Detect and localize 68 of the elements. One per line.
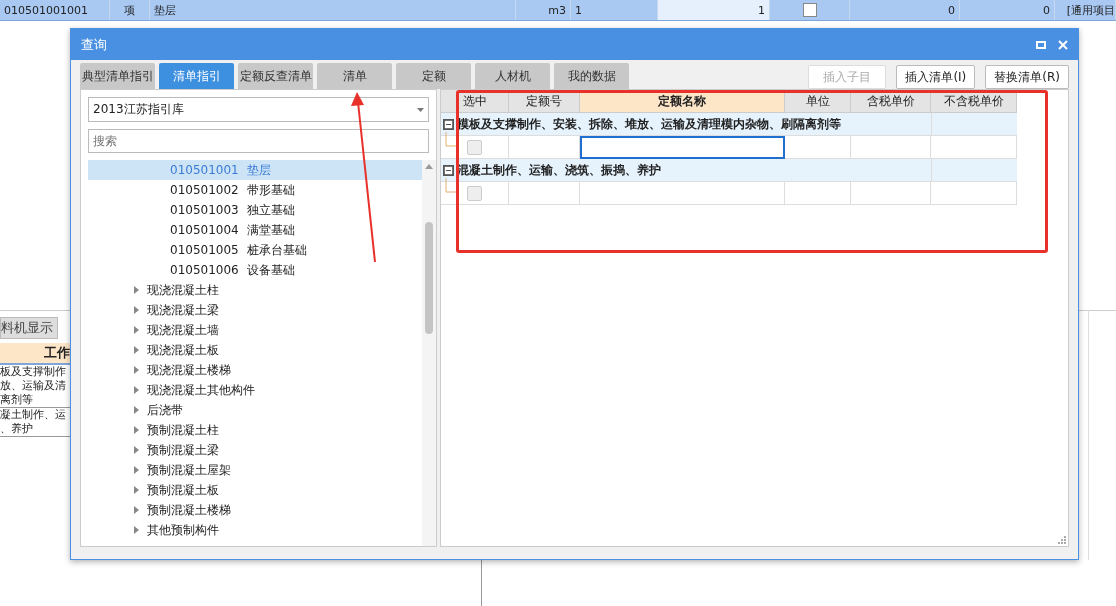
tree-item[interactable]: 预制混凝土楼梯 xyxy=(88,500,422,520)
tab[interactable]: 定额 xyxy=(396,63,471,89)
expand-arrow-icon[interactable] xyxy=(134,446,139,454)
tree-item[interactable]: 预制混凝土梁 xyxy=(88,440,422,460)
expand-arrow-icon[interactable] xyxy=(134,346,139,354)
tab[interactable]: 料机显示 xyxy=(0,317,58,339)
expand-arrow-icon[interactable] xyxy=(134,506,139,514)
expand-arrow-icon[interactable] xyxy=(134,326,139,334)
table-cell: [通用项目 xyxy=(1055,0,1116,20)
tree-item[interactable]: 预制混凝土板 xyxy=(88,480,422,500)
tree-item[interactable]: 010501002 带形基础 xyxy=(88,180,422,200)
dialog-title: 查询 xyxy=(81,35,108,54)
table-cell: 0 xyxy=(960,0,1055,20)
tree-item[interactable]: 现浇混凝土梁 xyxy=(88,300,422,320)
tree-item[interactable]: 预制混凝土屋架 xyxy=(88,460,422,480)
table-cell: 1 xyxy=(658,0,770,20)
tree-item[interactable]: 现浇混凝土墙 xyxy=(88,320,422,340)
expand-arrow-icon[interactable] xyxy=(134,466,139,474)
checkbox[interactable] xyxy=(467,185,482,201)
checkbox[interactable] xyxy=(802,3,817,17)
tab[interactable]: 我的数据 xyxy=(554,63,629,89)
table-cell: 010501001001 xyxy=(0,0,110,20)
tree-item[interactable]: 预制混凝土柱 xyxy=(88,420,422,440)
table-cell: 0 xyxy=(850,0,960,20)
table-cell: 垫层 xyxy=(150,0,516,20)
search-field[interactable]: 搜索 xyxy=(88,129,429,153)
edit-field[interactable] xyxy=(580,136,785,159)
tree-item[interactable]: 010501003 独立基础 xyxy=(88,200,422,220)
checkbox[interactable] xyxy=(467,139,482,155)
expand-arrow-icon[interactable] xyxy=(134,366,139,374)
scrollbar[interactable] xyxy=(422,160,436,546)
scroll-up-icon[interactable] xyxy=(425,164,433,169)
tree-item[interactable]: 现浇混凝土柱 xyxy=(88,280,422,300)
expand-arrow-icon[interactable] xyxy=(134,406,139,414)
table-cell[interactable] xyxy=(580,182,785,205)
connector-line xyxy=(445,178,459,194)
action-button[interactable]: 插入清单(I) xyxy=(896,65,976,89)
expand-arrow-icon[interactable] xyxy=(134,286,139,294)
tab[interactable]: 典型清单指引 xyxy=(80,63,155,89)
expand-arrow-icon[interactable] xyxy=(134,386,139,394)
expand-arrow-icon[interactable] xyxy=(134,486,139,494)
connector-line xyxy=(445,132,459,148)
close-icon[interactable] xyxy=(1058,39,1068,50)
expand-arrow-icon[interactable] xyxy=(134,306,139,314)
collapse-icon[interactable] xyxy=(443,118,454,130)
tree-item[interactable]: 现浇混凝土板 xyxy=(88,340,422,360)
expand-arrow-icon[interactable] xyxy=(134,426,139,434)
scrollbar-thumb[interactable] xyxy=(425,222,433,334)
library-dropdown[interactable]: 2013江苏指引库 xyxy=(88,97,429,122)
maximize-icon[interactable] xyxy=(1036,39,1046,50)
tree-item[interactable]: 现浇混凝土楼梯 xyxy=(88,360,422,380)
tree-item[interactable]: 现浇混凝土其他构件 xyxy=(88,380,422,400)
table-cell: 项 xyxy=(110,0,150,20)
tab[interactable]: 人材机 xyxy=(475,63,550,89)
dropdown-caret-icon xyxy=(417,107,424,112)
table-cell: m3 xyxy=(516,0,571,20)
tab[interactable]: 定额反查清单 xyxy=(238,63,313,89)
column-header: 工作 xyxy=(0,343,70,365)
tree-item[interactable]: 010501006 设备基础 xyxy=(88,260,422,280)
tree-item[interactable]: 010501004 满堂基础 xyxy=(88,220,422,240)
tree-item[interactable]: 其他预制构件 xyxy=(88,520,422,540)
tree-item[interactable]: 010501005 桩承台基础 xyxy=(88,240,422,260)
expand-arrow-icon[interactable] xyxy=(134,526,139,534)
action-button[interactable]: 替换清单(R) xyxy=(985,65,1069,89)
tab[interactable]: 清单 xyxy=(317,63,392,89)
collapse-icon[interactable] xyxy=(443,164,454,176)
tree-item[interactable]: 后浇带 xyxy=(88,400,422,420)
resize-grip-icon[interactable] xyxy=(1058,536,1066,544)
